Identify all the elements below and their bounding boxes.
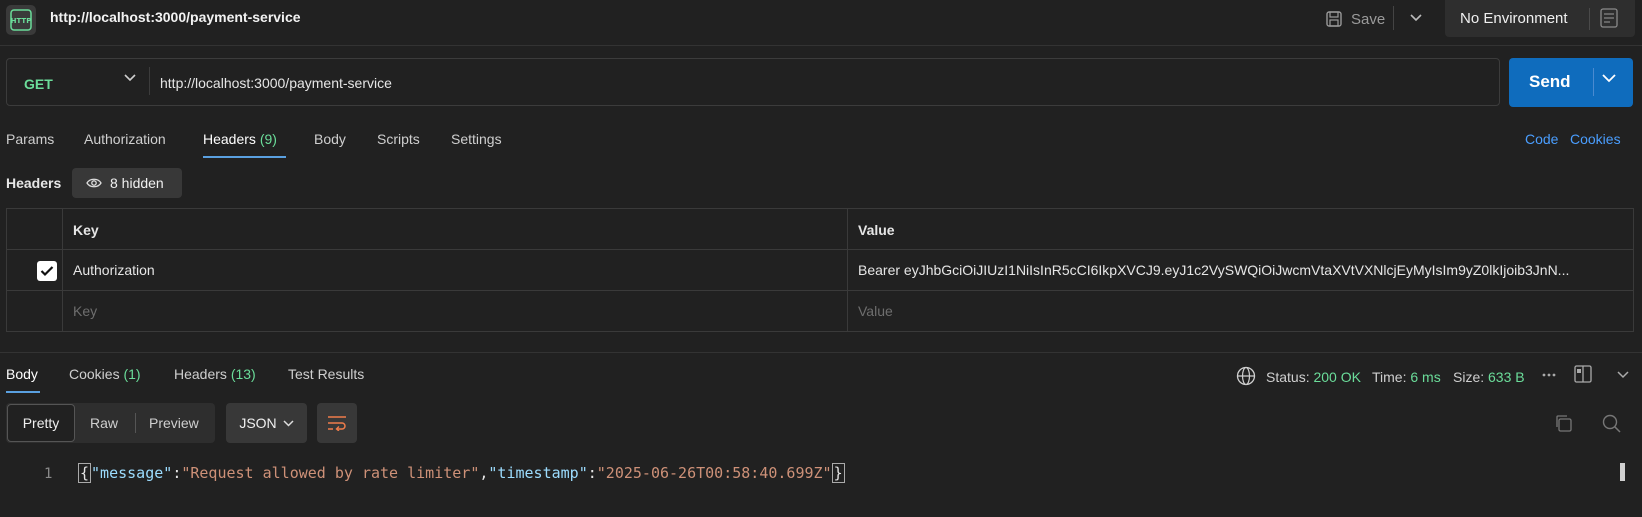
- url-input[interactable]: [160, 75, 1490, 91]
- globe-icon[interactable]: [1236, 366, 1256, 386]
- active-tab-indicator: [6, 391, 40, 393]
- save-button[interactable]: Save: [1325, 7, 1385, 31]
- active-tab-indicator: [203, 156, 286, 158]
- header-value-cell[interactable]: Bearer eyJhbGciOiJIUzI1NiIsInR5cCI6IkpXV…: [858, 262, 1628, 278]
- headers-section-label: Headers: [6, 175, 62, 191]
- response-tab-test-results[interactable]: Test Results: [288, 366, 364, 382]
- eye-icon: [86, 177, 102, 189]
- response-tab-body[interactable]: Body: [6, 366, 38, 382]
- format-label: JSON: [239, 415, 277, 431]
- response-tab-cookies-label: Cookies: [69, 366, 120, 382]
- new-header-key-input[interactable]: Key: [73, 303, 97, 319]
- response-tab-headers-label: Headers: [174, 366, 227, 382]
- divider: [1589, 8, 1590, 30]
- http-request-icon: HTTP: [6, 5, 36, 35]
- new-header-value-input[interactable]: Value: [858, 303, 893, 319]
- divider: [1593, 68, 1594, 96]
- time-value: 6 ms: [1410, 369, 1441, 385]
- scrollbar-thumb[interactable]: [1620, 463, 1625, 481]
- divider: [6, 249, 1634, 250]
- status-label: Status:: [1266, 369, 1310, 385]
- time-label: Time:: [1372, 369, 1407, 385]
- json-open-brace: {: [78, 463, 92, 483]
- save-options-chevron-icon[interactable]: [1404, 8, 1428, 28]
- search-icon[interactable]: [1602, 414, 1621, 433]
- tab-headers-label: Headers: [203, 131, 256, 147]
- environment-label: No Environment: [1460, 10, 1568, 27]
- header-key-cell[interactable]: Authorization: [73, 262, 155, 278]
- tab-headers-count: (9): [259, 131, 277, 147]
- divider: [1393, 6, 1394, 30]
- collapse-chevron-icon[interactable]: [1617, 371, 1629, 379]
- more-options-icon[interactable]: [1542, 372, 1556, 378]
- pretty-button[interactable]: Pretty: [7, 404, 75, 442]
- json-key: "timestamp": [488, 464, 588, 482]
- tab-scripts[interactable]: Scripts: [377, 131, 420, 147]
- layout-toggle-icon[interactable]: [1574, 365, 1592, 383]
- method-selector[interactable]: GET: [24, 76, 53, 92]
- preview-button[interactable]: Preview: [149, 415, 199, 431]
- hidden-count-label: 8 hidden: [110, 175, 164, 191]
- response-divider[interactable]: [0, 352, 1642, 353]
- request-title[interactable]: http://localhost:3000/payment-service: [50, 9, 301, 25]
- response-body-code[interactable]: {"message":"Request allowed by rate limi…: [78, 463, 845, 483]
- svg-text:HTTP: HTTP: [11, 17, 32, 25]
- divider: [6, 290, 1634, 291]
- response-tab-headers[interactable]: Headers (13): [174, 366, 256, 382]
- response-tab-cookies[interactable]: Cookies (1): [69, 366, 141, 382]
- copy-icon[interactable]: [1554, 414, 1572, 432]
- chevron-down-icon: [283, 419, 294, 427]
- response-time[interactable]: Time: 6 ms: [1372, 369, 1441, 385]
- json-colon: :: [172, 464, 182, 482]
- send-label: Send: [1529, 72, 1571, 91]
- save-icon: [1325, 10, 1343, 28]
- tab-headers[interactable]: Headers (9): [203, 131, 277, 147]
- tab-params[interactable]: Params: [6, 131, 54, 147]
- header-enabled-checkbox[interactable]: [37, 261, 57, 281]
- code-link[interactable]: Code: [1525, 131, 1558, 147]
- format-selector[interactable]: JSON: [226, 403, 307, 443]
- hidden-headers-toggle[interactable]: 8 hidden: [72, 168, 182, 198]
- save-label: Save: [1351, 10, 1386, 28]
- response-status[interactable]: Status: 200 OK: [1266, 369, 1361, 385]
- json-colon: :: [587, 464, 597, 482]
- chevron-down-icon[interactable]: [124, 74, 136, 82]
- json-value: "2025-06-26T00:58:40.699Z": [596, 464, 832, 482]
- tab-settings[interactable]: Settings: [451, 131, 502, 147]
- environment-quick-look-icon[interactable]: [1600, 8, 1618, 28]
- divider: [847, 208, 848, 332]
- line-number: 1: [44, 466, 53, 482]
- response-tab-cookies-count: (1): [123, 366, 141, 382]
- send-options-chevron-icon[interactable]: [1602, 74, 1616, 83]
- checkmark-icon: [40, 266, 54, 277]
- json-value: "Request allowed by rate limiter": [181, 464, 480, 482]
- divider: [149, 67, 150, 95]
- tab-authorization[interactable]: Authorization: [84, 131, 166, 147]
- size-value: 633 B: [1488, 369, 1525, 385]
- divider: [62, 208, 63, 332]
- size-label: Size:: [1453, 369, 1485, 385]
- wrap-lines-button[interactable]: [317, 403, 357, 443]
- wrap-icon: [328, 416, 346, 431]
- raw-button[interactable]: Raw: [90, 415, 118, 431]
- status-value: 200 OK: [1313, 369, 1361, 385]
- json-key: "message": [91, 464, 173, 482]
- response-tab-headers-count: (13): [230, 366, 256, 382]
- tab-body[interactable]: Body: [314, 131, 346, 147]
- divider: [135, 413, 136, 433]
- json-close-brace: }: [831, 463, 845, 483]
- column-header-key: Key: [73, 222, 99, 238]
- response-size[interactable]: Size: 633 B: [1453, 369, 1525, 385]
- cookies-link[interactable]: Cookies: [1570, 131, 1621, 147]
- column-header-value: Value: [858, 222, 895, 238]
